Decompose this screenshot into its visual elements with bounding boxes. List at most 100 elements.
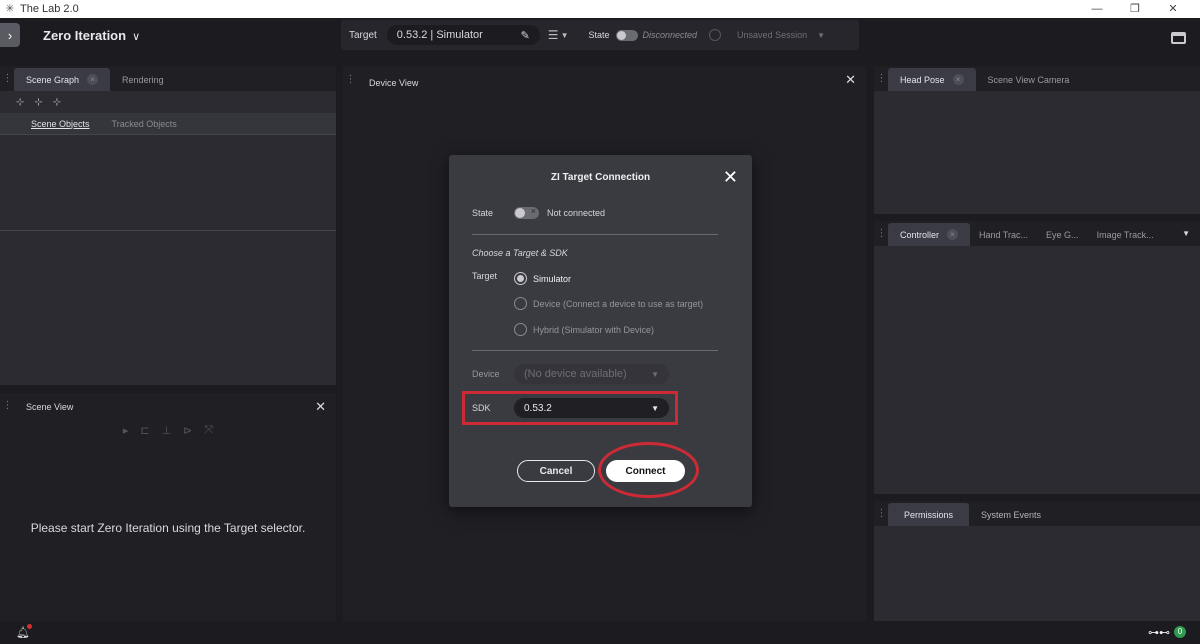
radio-device[interactable]: Device (Connect a device to use as targe…	[514, 297, 703, 310]
tab-scene-view[interactable]: Scene View	[14, 395, 85, 418]
state-toggle[interactable]	[615, 29, 638, 41]
close-icon[interactable]: ✕	[315, 399, 326, 415]
radio-button[interactable]	[514, 323, 527, 336]
tab-label: Head Pose	[900, 74, 945, 85]
chevron-down-icon: ∨	[132, 31, 141, 43]
sidebar-expand-button[interactable]: ›	[0, 23, 20, 47]
tabs-overflow-icon[interactable]: ▼	[1182, 229, 1190, 238]
head-pose-panel: ⋮ Head Pose × Scene View Camera	[874, 66, 1200, 214]
camera-tool-icon[interactable]: ⊳	[183, 424, 192, 444]
add-tracked-icon[interactable]: ⊹	[53, 97, 61, 108]
close-icon[interactable]: ✕	[723, 167, 738, 188]
tab-label: Device View	[369, 77, 419, 88]
tab-controller[interactable]: Controller ×	[888, 223, 971, 246]
close-tab-icon[interactable]: ×	[87, 74, 99, 85]
radio-label: Simulator	[533, 273, 572, 284]
chevron-down-icon[interactable]: ▼	[817, 31, 825, 40]
minimize-button[interactable]: —	[1078, 0, 1116, 18]
scene-objects-list	[0, 135, 336, 231]
add-object-icon[interactable]: ⊹	[16, 97, 24, 108]
pivot-tool-icon[interactable]: ⊥	[162, 424, 172, 444]
radio-hybrid[interactable]: Hybrid (Simulator with Device)	[514, 323, 654, 336]
tab-label: Image Track...	[1096, 229, 1154, 240]
panel-header: ⋮ Controller × Hand Trac... Eye G... Ima…	[874, 221, 1200, 246]
tab-device-view[interactable]: Device View	[357, 71, 430, 94]
notification-dot	[27, 624, 32, 629]
drag-handle-icon[interactable]: ⋮	[874, 508, 888, 518]
tab-system-events[interactable]: System Events	[969, 503, 1053, 526]
tab-label: Eye G...	[1046, 229, 1079, 240]
axis-tool-icon[interactable]: ⤧	[204, 424, 213, 444]
target-value: 0.53.2 | Simulator	[396, 29, 483, 41]
tab-eye-gaze[interactable]: Eye G...	[1037, 223, 1088, 246]
device-count-badge: 0	[1174, 626, 1186, 638]
pencil-icon[interactable]: ✎	[521, 29, 530, 42]
close-icon[interactable]: ✕	[845, 72, 856, 88]
tab-head-pose[interactable]: Head Pose ×	[888, 68, 976, 91]
session-name[interactable]: Unsaved Session	[737, 30, 807, 40]
add-child-icon[interactable]: ⊹	[34, 97, 42, 108]
radio-simulator[interactable]: Simulator	[514, 272, 571, 285]
cancel-button[interactable]: Cancel	[517, 460, 595, 482]
app-title-dropdown[interactable]: Zero Iteration ∨	[43, 28, 140, 43]
select-tool-icon[interactable]: ▸	[123, 424, 129, 444]
scene-view-message: Please start Zero Iteration using the Ta…	[30, 521, 306, 535]
select-value: (No device available)	[524, 368, 627, 380]
drag-handle-icon[interactable]: ⋮	[0, 73, 14, 83]
tab-label: Scene View	[26, 401, 74, 412]
layout-window-icon[interactable]	[1171, 32, 1186, 44]
tab-label: Permissions	[904, 509, 954, 520]
scene-sub-tabs: Scene Objects Tracked Objects	[0, 113, 336, 135]
panel-header: ⋮ Scene View ✕	[0, 393, 336, 418]
window-title: The Lab 2.0	[20, 3, 79, 15]
target-label: Target	[472, 271, 498, 281]
target-label: Target	[349, 29, 377, 41]
divider	[472, 350, 718, 351]
scene-view-toolbar: ▸ ⊏ ⊥ ⊳ ⤧	[0, 424, 336, 444]
zi-target-connection-dialog: ZI Target Connection ✕ State Not connect…	[449, 155, 752, 507]
tab-permissions[interactable]: Permissions	[888, 503, 970, 526]
app-logo-icon: ✳	[5, 3, 15, 15]
drag-handle-icon[interactable]: ⋮	[874, 228, 888, 238]
drag-handle-icon[interactable]: ⋮	[343, 75, 357, 85]
close-window-button[interactable]: ✕	[1154, 0, 1192, 18]
target-selector[interactable]: 0.53.2 | Simulator ✎	[386, 25, 540, 45]
tab-label: Rendering	[122, 74, 164, 85]
tab-scene-view-camera[interactable]: Scene View Camera	[976, 68, 1082, 91]
state-value: Disconnected	[642, 30, 698, 40]
app-title: Zero Iteration	[43, 28, 127, 43]
record-icon[interactable]	[709, 29, 722, 41]
device-row: Device (No device available) ▼	[472, 364, 669, 384]
scene-view-panel: ⋮ Scene View ✕ ▸ ⊏ ⊥ ⊳ ⤧ Please start Ze…	[0, 393, 336, 621]
maximize-button[interactable]: ❐	[1116, 0, 1154, 18]
state-row: State Not connected	[472, 206, 605, 219]
tab-scene-graph[interactable]: Scene Graph ×	[14, 68, 111, 91]
tab-tracked-objects[interactable]: Tracked Objects	[112, 119, 177, 129]
connection-toggle[interactable]	[514, 206, 539, 219]
tab-rendering[interactable]: Rendering	[110, 68, 176, 91]
close-tab-icon[interactable]: ×	[947, 229, 959, 240]
radio-label: Hybrid (Simulator with Device)	[533, 324, 655, 335]
panel-header: ⋮ Head Pose × Scene View Camera	[874, 66, 1200, 91]
tab-label: Scene Graph	[26, 74, 80, 85]
device-select[interactable]: (No device available) ▼	[514, 364, 669, 384]
drag-handle-icon[interactable]: ⋮	[0, 400, 14, 410]
tab-hand-tracking[interactable]: Hand Trac...	[970, 223, 1037, 246]
sdk-settings-icon[interactable]: ☰	[548, 28, 559, 42]
window-controls: — ❐ ✕	[1078, 0, 1192, 18]
radio-button[interactable]	[514, 297, 527, 310]
chevron-down-icon[interactable]: ▼	[561, 31, 569, 40]
status-bar: 🔔︎ ⊶⊷ 0	[0, 621, 1200, 644]
target-row: Target	[472, 271, 514, 281]
frame-tool-icon[interactable]: ⊏	[140, 424, 149, 444]
controller-panel: ⋮ Controller × Hand Trac... Eye G... Ima…	[874, 221, 1200, 494]
radio-button[interactable]	[514, 272, 527, 285]
device-label: Device	[472, 369, 500, 379]
tab-scene-objects[interactable]: Scene Objects	[31, 119, 90, 129]
close-tab-icon[interactable]: ×	[952, 74, 964, 85]
chevron-down-icon: ▼	[651, 369, 659, 379]
radio-label: Device (Connect a device to use as targe…	[533, 298, 704, 309]
drag-handle-icon[interactable]: ⋮	[874, 73, 888, 83]
glasses-icon[interactable]: ⊶⊷	[1148, 626, 1170, 639]
tab-image-tracking[interactable]: Image Track...	[1088, 223, 1163, 246]
